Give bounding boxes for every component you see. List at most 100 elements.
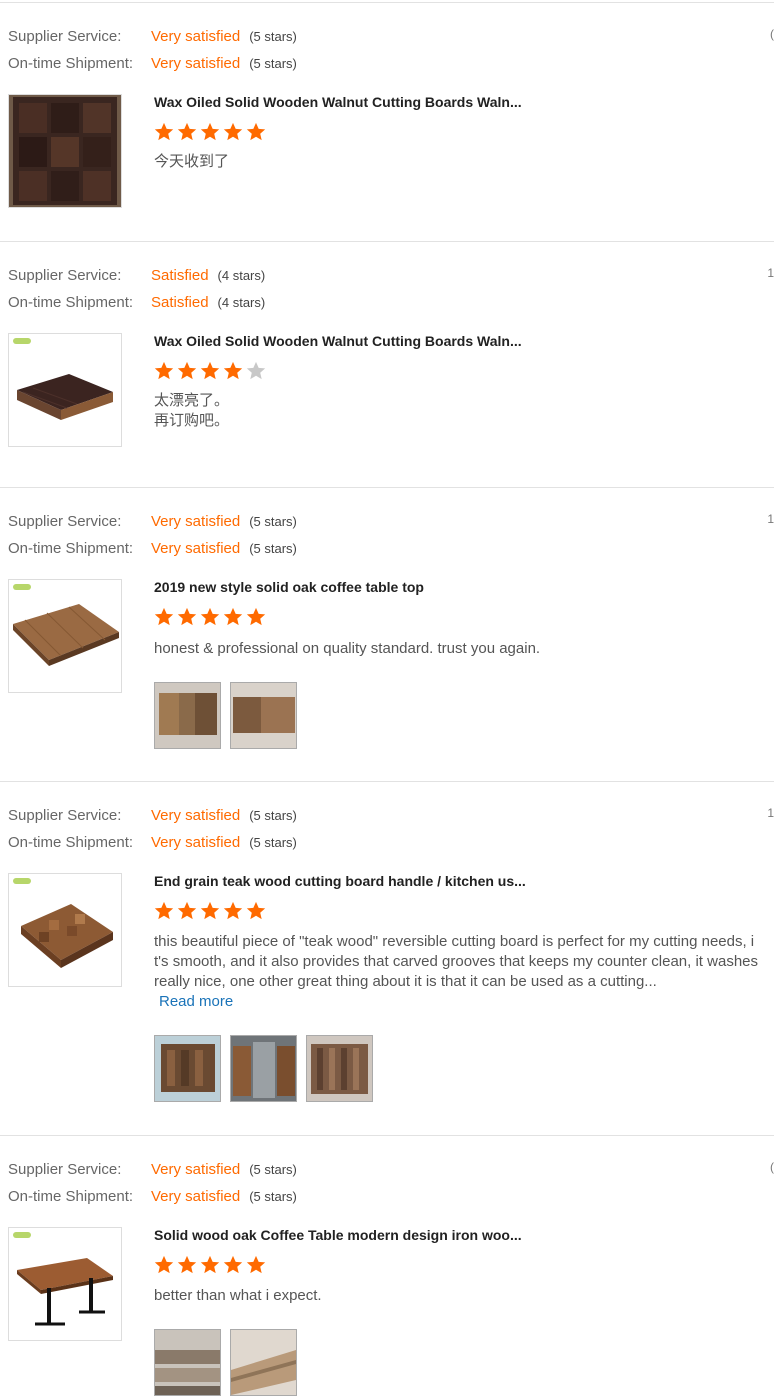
review-text: 今天收到了 [154,153,230,170]
star-filled-icon [177,607,197,626]
supplier-service-label: Supplier Service: [8,512,122,530]
shipment-label: On-time Shipment: [8,54,134,72]
cut-off-text: 1 [767,512,774,526]
star-filled-icon [223,361,243,380]
product-thumbnail[interactable] [8,94,122,208]
review-photos [154,1329,297,1396]
brand-logo [13,1232,31,1238]
brand-logo [13,584,31,590]
cut-off-text: ( [770,27,774,41]
shipment-rating: Very satisfied [151,54,241,72]
supplier-service-stars: (4 stars) [217,267,266,283]
supplier-service-label: Supplier Service: [8,266,122,284]
supplier-service-stars: (5 stars) [249,28,297,44]
star-filled-icon [223,607,243,626]
review-photos [154,682,297,749]
product-thumbnail[interactable] [8,333,122,447]
shipment-stars: (5 stars) [249,540,297,556]
shipment-row: On-time Shipment: Very satisfied (5 star… [8,832,297,852]
shipment-stars: (5 stars) [249,834,297,850]
cut-off-text: ( [770,1160,774,1174]
review-photos [154,1035,373,1102]
shipment-label: On-time Shipment: [8,1187,134,1205]
supplier-service-row: Supplier Service: Very satisfied (5 star… [8,1159,297,1179]
product-title[interactable]: 2019 new style solid oak coffee table to… [154,579,424,595]
review-text: better than what i expect. [154,1287,322,1304]
cut-off-text: 1 [767,806,774,820]
shipment-label: On-time Shipment: [8,539,134,557]
supplier-service-label: Supplier Service: [8,806,122,824]
supplier-service-rating: Very satisfied [151,806,241,824]
star-filled-icon [154,1255,174,1274]
star-filled-icon [154,361,174,380]
rating-stars [153,1254,267,1276]
shipment-stars: (5 stars) [249,1188,297,1204]
star-filled-icon [246,901,266,920]
rating-stars [153,900,267,922]
shipment-row: On-time Shipment: Very satisfied (5 star… [8,1186,297,1206]
review-item: Supplier Service: Very satisfied (5 star… [0,781,774,1136]
shipment-rating: Very satisfied [151,833,241,851]
shipment-row: On-time Shipment: Very satisfied (5 star… [8,538,297,558]
supplier-service-row: Supplier Service: Very satisfied (5 star… [8,26,297,46]
shipment-label: On-time Shipment: [8,833,134,851]
star-filled-icon [223,901,243,920]
brand-logo [13,878,31,884]
shipment-row: On-time Shipment: Satisfied (4 stars) [8,292,265,312]
review-photo[interactable] [154,1329,221,1396]
supplier-service-label: Supplier Service: [8,1160,122,1178]
star-filled-icon [246,122,266,141]
star-filled-icon [200,361,220,380]
review-photo[interactable] [230,1329,297,1396]
cut-off-text: 1 [767,266,774,280]
brand-logo [13,338,31,344]
product-title[interactable]: Wax Oiled Solid Wooden Walnut Cutting Bo… [154,94,522,110]
rating-stars [153,121,267,143]
star-filled-icon [177,1255,197,1274]
review-text: this beautiful piece of "teak wood" reve… [154,933,759,990]
product-title[interactable]: End grain teak wood cutting board handle… [154,873,526,889]
star-filled-icon [177,901,197,920]
star-filled-icon [246,607,266,626]
supplier-service-stars: (5 stars) [249,1161,297,1177]
shipment-row: On-time Shipment: Very satisfied (5 star… [8,53,297,73]
review-item: Supplier Service: Very satisfied (5 star… [0,487,774,782]
supplier-service-rating: Very satisfied [151,512,241,530]
review-photo[interactable] [154,682,221,749]
product-title[interactable]: Solid wood oak Coffee Table modern desig… [154,1227,522,1243]
star-filled-icon [200,607,220,626]
product-thumbnail[interactable] [8,579,122,693]
star-filled-icon [200,901,220,920]
star-empty-icon [246,361,266,380]
star-filled-icon [177,122,197,141]
shipment-stars: (5 stars) [249,55,297,71]
supplier-service-rating: Satisfied [151,266,209,284]
review-photo[interactable] [306,1035,373,1102]
supplier-service-row: Supplier Service: Very satisfied (5 star… [8,805,297,825]
supplier-service-stars: (5 stars) [249,513,297,529]
supplier-service-rating: Very satisfied [151,1160,241,1178]
product-thumbnail[interactable] [8,873,122,987]
supplier-service-label: Supplier Service: [8,27,122,45]
star-filled-icon [154,122,174,141]
star-filled-icon [223,122,243,141]
rating-stars [153,606,267,628]
shipment-rating: Very satisfied [151,539,241,557]
product-thumbnail[interactable] [8,1227,122,1341]
review-photo[interactable] [230,1035,297,1102]
star-filled-icon [154,901,174,920]
review-photo[interactable] [154,1035,221,1102]
shipment-label: On-time Shipment: [8,293,134,311]
product-title[interactable]: Wax Oiled Solid Wooden Walnut Cutting Bo… [154,333,522,349]
review-photo[interactable] [230,682,297,749]
supplier-service-row: Supplier Service: Very satisfied (5 star… [8,511,297,531]
read-more-link[interactable]: Read more [159,993,233,1010]
shipment-rating: Satisfied [151,293,209,311]
shipment-stars: (4 stars) [217,294,266,310]
star-filled-icon [200,122,220,141]
review-item: Supplier Service: Very satisfied (5 star… [0,2,774,242]
supplier-service-row: Supplier Service: Satisfied (4 stars) [8,265,265,285]
supplier-service-stars: (5 stars) [249,807,297,823]
review-text: honest & professional on quality standar… [154,640,541,657]
star-filled-icon [154,607,174,626]
